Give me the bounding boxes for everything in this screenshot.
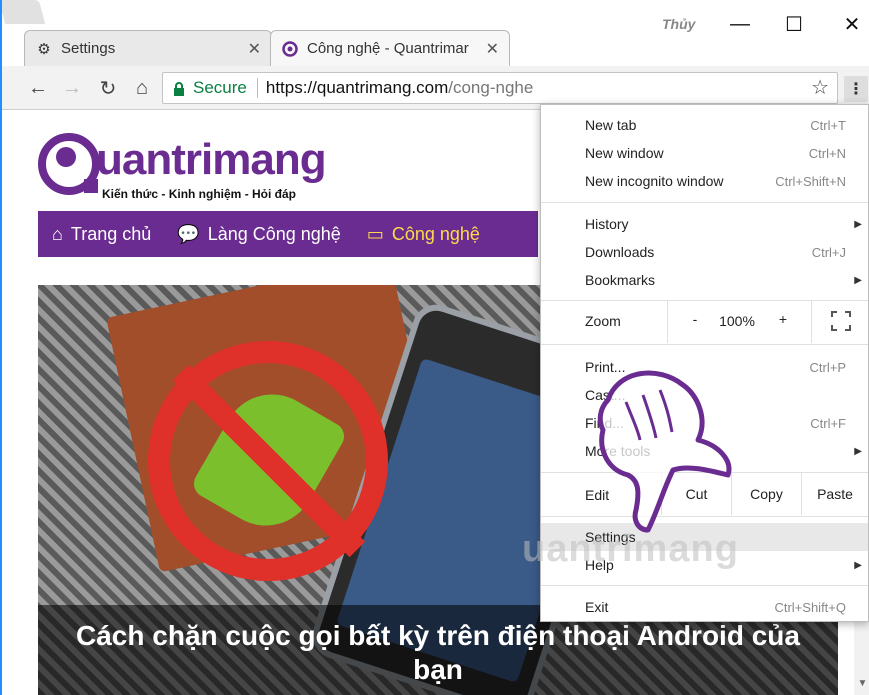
site-navbar: ⌂ Trang chủ 💬 Làng Công nghệ ▭ Công nghệ <box>38 211 538 257</box>
bookmark-star-icon[interactable]: ☆ <box>811 75 829 100</box>
zoom-divider <box>667 301 668 343</box>
zoom-out-button[interactable]: - <box>685 311 705 327</box>
back-button[interactable]: ← <box>24 74 52 102</box>
gear-icon: ⚙ <box>37 40 51 58</box>
secure-label: Secure <box>193 78 247 97</box>
submenu-arrow-icon: ▶ <box>854 445 862 457</box>
close-icon[interactable]: ✕ <box>486 39 499 59</box>
nav-label: Công nghệ <box>391 223 480 244</box>
menu-separator <box>541 202 868 203</box>
menu-separator <box>541 344 868 345</box>
nav-item-home[interactable]: ⌂ Trang chủ <box>52 224 151 245</box>
zoom-divider <box>811 301 812 343</box>
article-title[interactable]: Cách chặn cuộc gọi bất kỳ trên điện thoạ… <box>58 619 818 687</box>
nav-label: Làng Công nghệ <box>207 223 341 244</box>
tab-title: Settings <box>61 40 116 57</box>
menu-item-new-window[interactable]: New window Ctrl+N <box>541 139 868 167</box>
laptop-icon: ▭ <box>366 223 384 244</box>
scroll-down-arrow-icon[interactable]: ▼ <box>854 673 869 693</box>
address-divider <box>256 78 258 98</box>
lightbulb-icon <box>56 147 76 167</box>
close-icon[interactable]: ✕ <box>248 39 261 59</box>
url-host: https://quantrimang.com <box>265 78 449 97</box>
submenu-arrow-icon: ▶ <box>854 274 862 286</box>
tab-strip: ⚙ Settings ✕ Công nghệ - Quantrimar ✕ Th… <box>2 0 869 66</box>
menu-item-new-incognito[interactable]: New incognito window Ctrl+Shift+N <box>541 167 868 195</box>
logo-text: uantrimang <box>96 135 327 184</box>
browser-window: ⚙ Settings ✕ Công nghệ - Quantrimar ✕ Th… <box>0 0 869 695</box>
forward-button[interactable]: → <box>58 74 86 102</box>
maximize-button[interactable]: ☐ <box>774 8 814 40</box>
menu-item-history[interactable]: History ▶ <box>541 210 868 238</box>
site-logo[interactable]: uantrimang Kiến thức - Kinh nghiệm - Hỏi… <box>38 133 338 203</box>
menu-item-bookmarks[interactable]: Bookmarks ▶ <box>541 266 868 294</box>
site-favicon-icon <box>281 40 299 58</box>
home-icon: ⌂ <box>52 223 63 244</box>
fullscreen-icon[interactable] <box>831 311 851 331</box>
home-button[interactable]: ⌂ <box>128 74 156 102</box>
menu-item-new-tab[interactable]: New tab Ctrl+T <box>541 111 868 139</box>
logo-tagline: Kiến thức - Kinh nghiệm - Hỏi đáp <box>102 187 297 201</box>
zoom-level: 100% <box>719 313 755 329</box>
menu-zoom-row: Zoom - 100% + <box>541 301 868 343</box>
profile-name[interactable]: Thủy <box>662 16 695 32</box>
menu-item-downloads[interactable]: Downloads Ctrl+J <box>541 238 868 266</box>
submenu-arrow-icon: ▶ <box>854 559 862 571</box>
minimize-button[interactable]: — <box>720 8 760 40</box>
zoom-label: Zoom <box>585 313 621 329</box>
close-window-button[interactable]: ✕ <box>832 8 869 40</box>
zoom-in-button[interactable]: + <box>773 311 793 327</box>
new-tab-button[interactable] <box>2 0 46 24</box>
submenu-arrow-icon: ▶ <box>854 218 862 230</box>
chrome-menu-button[interactable]: ⋮ <box>844 76 868 102</box>
pointing-hand-icon <box>597 370 732 533</box>
url-path: /cong-nghe <box>448 78 534 97</box>
nav-item-cong-nghe[interactable]: ▭ Công nghệ <box>367 224 480 245</box>
reload-button[interactable]: ↻ <box>94 74 122 102</box>
tab-title: Công nghệ - Quantrimar <box>307 40 469 57</box>
tab-settings[interactable]: ⚙ Settings ✕ <box>24 30 272 66</box>
nav-label: Trang chủ <box>70 223 152 244</box>
chat-icon: 💬 <box>177 223 200 244</box>
lock-icon <box>173 81 185 96</box>
nav-item-lang-cong-nghe[interactable]: 💬 Làng Công nghệ <box>177 224 341 245</box>
menu-item-exit[interactable]: Exit Ctrl+Shift+Q <box>541 593 868 621</box>
tab-cong-nghe[interactable]: Công nghệ - Quantrimar ✕ <box>270 30 510 66</box>
menu-separator <box>541 585 868 586</box>
address-bar[interactable]: Secure https://quantrimang.com /cong-ngh… <box>162 72 838 104</box>
paste-button[interactable]: Paste <box>801 473 868 515</box>
